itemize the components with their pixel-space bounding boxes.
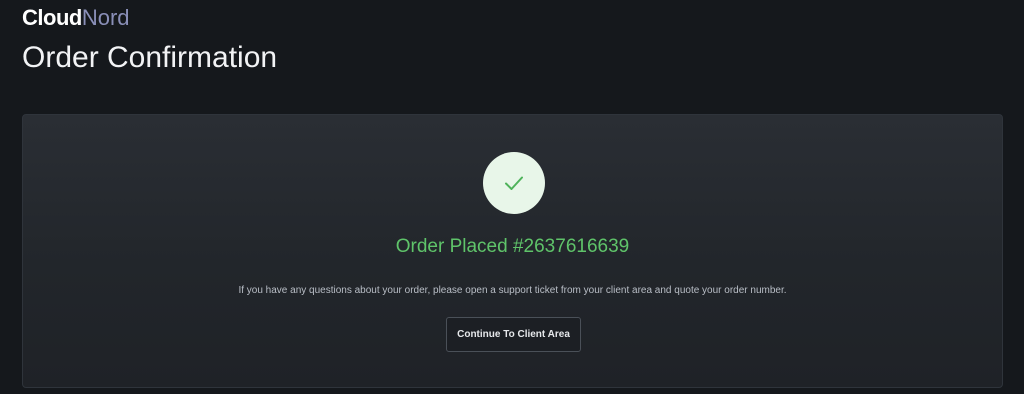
- order-number: #2637616639: [512, 236, 630, 257]
- order-confirmation-panel: Order Placed #2637616639 If you have any…: [22, 114, 1003, 388]
- page-title: Order Confirmation: [22, 41, 278, 74]
- success-icon-circle: [483, 152, 545, 214]
- check-icon: [505, 176, 523, 190]
- support-info-text: If you have any questions about your ord…: [238, 285, 787, 296]
- brand-logo[interactable]: Cloud Nord: [22, 3, 130, 33]
- order-status-text: Order Placed: [395, 236, 508, 257]
- logo-text-cloud: Cloud: [22, 5, 82, 30]
- continue-to-client-area-button[interactable]: Continue To Client Area: [446, 317, 581, 352]
- logo-text-nord: Nord: [81, 5, 130, 30]
- order-placed-heading: Order Placed #2637616639: [23, 234, 1002, 260]
